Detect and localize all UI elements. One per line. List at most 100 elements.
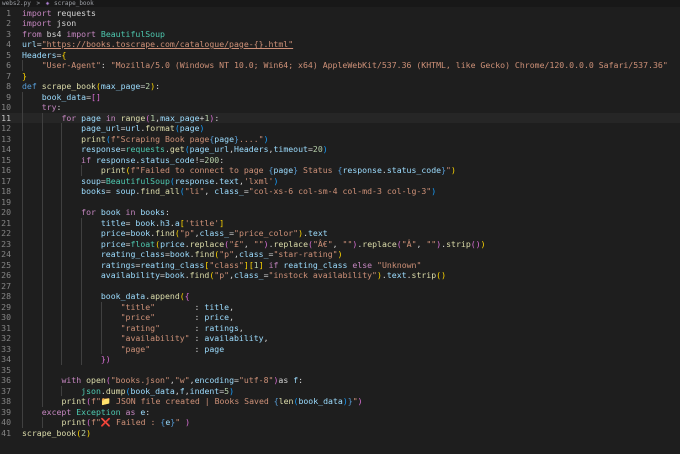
code-text[interactable]: Headers={ (22, 50, 66, 61)
code-text[interactable]: reating_class=book.find("p",class_="star… (22, 249, 343, 260)
code-line[interactable]: 23 price=float(price.replace("£", "").re… (0, 238, 680, 250)
code-line[interactable]: 19 (0, 196, 680, 207)
code-line[interactable]: 12 page_url=url.format(page) (0, 123, 680, 134)
line-number[interactable]: 20 (0, 207, 11, 218)
code-text[interactable]: scrape_book(2) (22, 428, 91, 439)
code-line[interactable]: 30 "price" : price, (0, 312, 680, 323)
line-number[interactable]: 11 (0, 113, 11, 124)
line-number[interactable]: 41 (0, 428, 11, 439)
code-line[interactable]: 17 soup=BeautifulSoup(response.text,'lxm… (0, 175, 680, 187)
line-number[interactable]: 17 (0, 176, 11, 187)
code-text[interactable]: except Exception as e: (22, 407, 151, 418)
code-line[interactable]: 32 "availability" : availability, (0, 333, 680, 344)
code-line[interactable]: 20 for book in books: (0, 207, 680, 218)
line-number[interactable]: 27 (0, 281, 11, 292)
code-text[interactable]: price=book.find("p",class_="price_color"… (22, 228, 328, 239)
code-text[interactable]: book_data=[] (22, 92, 101, 103)
code-text[interactable]: json.dump(book_data,f,indent=5) (22, 386, 234, 397)
line-number[interactable]: 28 (0, 291, 11, 302)
line-number[interactable]: 7 (0, 71, 11, 82)
line-number[interactable]: 21 (0, 218, 11, 229)
code-text[interactable]: ratings=reating_class["class"][1] if rea… (22, 260, 422, 271)
code-line[interactable]: 39 except Exception as e: (0, 406, 680, 418)
code-line[interactable]: 22 price=book.find("p",class_="price_col… (0, 228, 680, 239)
code-line[interactable]: 26 availability=book.find("p",class_="in… (0, 270, 680, 281)
code-line[interactable]: 40 print(f"❌ Failed : {e}" ) (0, 417, 680, 428)
code-line[interactable]: 33 "page" : page (0, 343, 680, 355)
line-number[interactable]: 6 (0, 60, 11, 71)
code-line[interactable]: 9 book_data=[] (0, 91, 680, 103)
code-text[interactable]: "User-Agent": "Mozilla/5.0 (Windows NT 1… (22, 60, 668, 71)
line-number[interactable]: 32 (0, 333, 11, 344)
line-number[interactable]: 31 (0, 323, 11, 334)
code-text[interactable]: print(f"❌ Failed : {e}" ) (22, 417, 190, 428)
line-number[interactable]: 8 (0, 81, 11, 92)
code-line[interactable]: 2 import json (0, 18, 680, 29)
line-number[interactable]: 39 (0, 407, 11, 418)
code-text[interactable]: }) (22, 354, 111, 365)
code-text[interactable]: def scrape_book(max_page=2): (22, 81, 160, 92)
code-line[interactable]: 28 book_data.append({ (0, 291, 680, 302)
code-line[interactable]: 16 print(f"Failed to connect to page {pa… (0, 165, 680, 176)
code-text[interactable]: soup=BeautifulSoup(response.text,'lxml') (22, 176, 278, 187)
code-text[interactable]: response=requests.get(page_url,Headers,t… (22, 144, 328, 155)
line-number[interactable]: 22 (0, 228, 11, 239)
code-text[interactable]: "page" : page (22, 344, 225, 355)
line-number[interactable]: 9 (0, 92, 11, 103)
code-text[interactable]: for book in books: (22, 207, 170, 218)
line-number[interactable]: 40 (0, 417, 11, 428)
line-number[interactable]: 1 (0, 8, 11, 19)
code-line[interactable]: 31 "rating" : ratings, (0, 322, 680, 334)
code-line[interactable]: 35 (0, 364, 680, 376)
code-line[interactable]: 7} (0, 71, 680, 82)
code-text[interactable]: print(f"Failed to connect to page {page}… (22, 165, 456, 176)
code-text[interactable]: try: (22, 102, 62, 113)
code-line[interactable]: 25 ratings=reating_class["class"][1] if … (0, 259, 680, 271)
code-line[interactable]: 5 Headers={ (0, 50, 680, 61)
code-text[interactable]: import requests (22, 8, 96, 19)
line-number[interactable]: 29 (0, 302, 11, 313)
code-line[interactable]: 11 for page in range(1,max_page+1): (0, 112, 680, 124)
code-text[interactable]: "price" : price, (22, 312, 234, 323)
code-line[interactable]: 6 "User-Agent": "Mozilla/5.0 (Windows NT… (0, 60, 680, 71)
breadcrumb-symbol[interactable]: scrape_book (53, 0, 94, 7)
code-text[interactable]: page_url=url.format(page) (22, 123, 204, 134)
line-number[interactable]: 23 (0, 239, 11, 250)
line-number[interactable]: 2 (0, 18, 11, 29)
code-text[interactable]: price=float(price.replace("£", "").repla… (22, 239, 486, 250)
line-number[interactable]: 15 (0, 155, 11, 166)
line-number[interactable]: 33 (0, 344, 11, 355)
code-text[interactable]: with open("books.json","w",encoding="utf… (22, 375, 303, 386)
file-tab-label[interactable]: webs2.py (0, 0, 31, 7)
line-number[interactable]: 25 (0, 260, 11, 271)
code-line[interactable]: 13 print(f"Scraping Book page{page}...."… (0, 133, 680, 145)
code-text[interactable]: for page in range(1,max_page+1): (22, 113, 219, 124)
line-number[interactable]: 35 (0, 365, 11, 376)
line-number[interactable]: 18 (0, 186, 11, 197)
code-text[interactable]: "availability" : availability, (22, 333, 269, 344)
code-text[interactable]: from bs4 import BeautifulSoup (22, 29, 165, 40)
line-number[interactable]: 30 (0, 312, 11, 323)
code-text[interactable]: title= book.h3.a['title'] (22, 218, 224, 229)
code-text[interactable]: url="https://books.toscrape.com/catalogu… (22, 39, 293, 50)
code-text[interactable]: if response.status_code!=200: (22, 155, 224, 166)
code-text[interactable]: book_data.append({ (22, 291, 190, 302)
code-line[interactable]: 15 if response.status_code!=200: (0, 154, 680, 166)
code-line[interactable]: 29 "title" : title, (0, 301, 680, 313)
code-line[interactable]: 14 response=requests.get(page_url,Header… (0, 144, 680, 155)
code-text[interactable]: } (22, 71, 27, 82)
code-line[interactable]: 8 def scrape_book(max_page=2): (0, 81, 680, 92)
line-number[interactable]: 16 (0, 165, 11, 176)
line-number[interactable]: 34 (0, 354, 11, 365)
code-line[interactable]: 3 from bs4 import BeautifulSoup (0, 29, 680, 40)
line-number[interactable]: 10 (0, 102, 11, 113)
code-line[interactable]: 24 reating_class=book.find("p",class_="s… (0, 249, 680, 260)
code-line[interactable]: 41 scrape_book(2) (0, 428, 680, 439)
code-text[interactable]: print(f"Scraping Book page{page}....") (22, 134, 268, 145)
line-number[interactable]: 13 (0, 134, 11, 145)
line-number[interactable]: 14 (0, 144, 11, 155)
line-number[interactable]: 24 (0, 249, 11, 260)
editor-tab-breadcrumb[interactable]: webs2.py > ◈ scrape_book (0, 0, 680, 7)
code-line[interactable]: 18 books= soup.find_all("li", class_="co… (0, 186, 680, 197)
line-number[interactable]: 5 (0, 50, 11, 61)
